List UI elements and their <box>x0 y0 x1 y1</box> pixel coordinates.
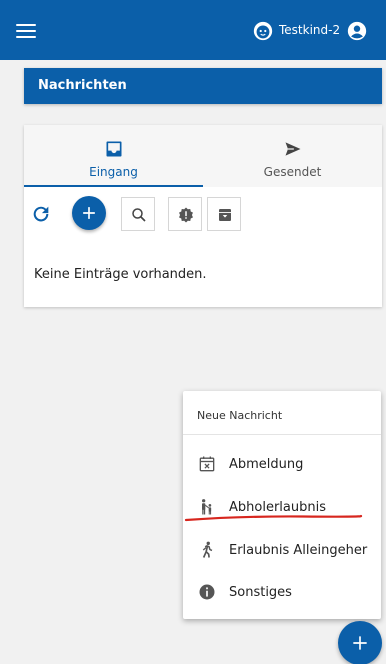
refresh-icon[interactable] <box>30 203 52 225</box>
plus-icon <box>83 207 95 219</box>
menu-item-abmeldung[interactable]: Abmeldung <box>183 443 381 485</box>
calendar-x-icon <box>199 456 215 472</box>
menu-item-label: Abmeldung <box>229 457 304 472</box>
new-message-fab[interactable] <box>338 621 382 664</box>
empty-state-text: Keine Einträge vorhanden. <box>34 267 207 282</box>
child-name[interactable]: Testkind-2 <box>279 23 340 37</box>
tab-inbox-label: Eingang <box>89 165 138 179</box>
page-title: Nachrichten <box>24 68 382 104</box>
walking-icon <box>202 541 213 558</box>
important-filter-button[interactable] <box>168 197 202 231</box>
alert-badge-icon <box>179 207 193 223</box>
send-icon <box>285 142 301 156</box>
menu-item-erlaubnis-alleingeher[interactable]: Erlaubnis Alleingeher <box>183 529 381 571</box>
app-bar: Testkind-2 <box>0 0 386 60</box>
tab-sent[interactable]: Gesendet <box>203 125 382 187</box>
menu-title: Neue Nachricht <box>183 391 381 435</box>
search-button[interactable] <box>121 197 155 231</box>
menu-item-sonstiges[interactable]: Sonstiges <box>183 571 381 613</box>
archive-button[interactable] <box>207 197 241 231</box>
info-icon <box>199 584 215 600</box>
menu-item-label: Sonstiges <box>229 585 292 600</box>
account-circle-icon[interactable] <box>346 20 368 42</box>
new-message-menu: Neue Nachricht Abmeldung Abholerlaubnis <box>183 391 381 619</box>
messages-card: Eingang Gesendet Keine Einträge vorhande… <box>24 125 382 307</box>
menu-item-label: Erlaubnis Alleingeher <box>229 543 368 558</box>
red-underline-annotation <box>184 514 363 522</box>
message-toolbar <box>24 187 382 235</box>
search-icon <box>132 208 146 222</box>
tab-inbox[interactable]: Eingang <box>24 125 203 187</box>
archive-icon <box>219 209 231 221</box>
tab-sent-label: Gesendet <box>263 165 322 179</box>
tab-bar: Eingang Gesendet <box>24 125 382 187</box>
hamburger-icon[interactable] <box>16 24 36 38</box>
plus-icon <box>353 636 367 650</box>
child-face-icon[interactable] <box>252 20 274 42</box>
inbox-icon <box>106 141 122 157</box>
add-message-button[interactable] <box>72 196 106 230</box>
